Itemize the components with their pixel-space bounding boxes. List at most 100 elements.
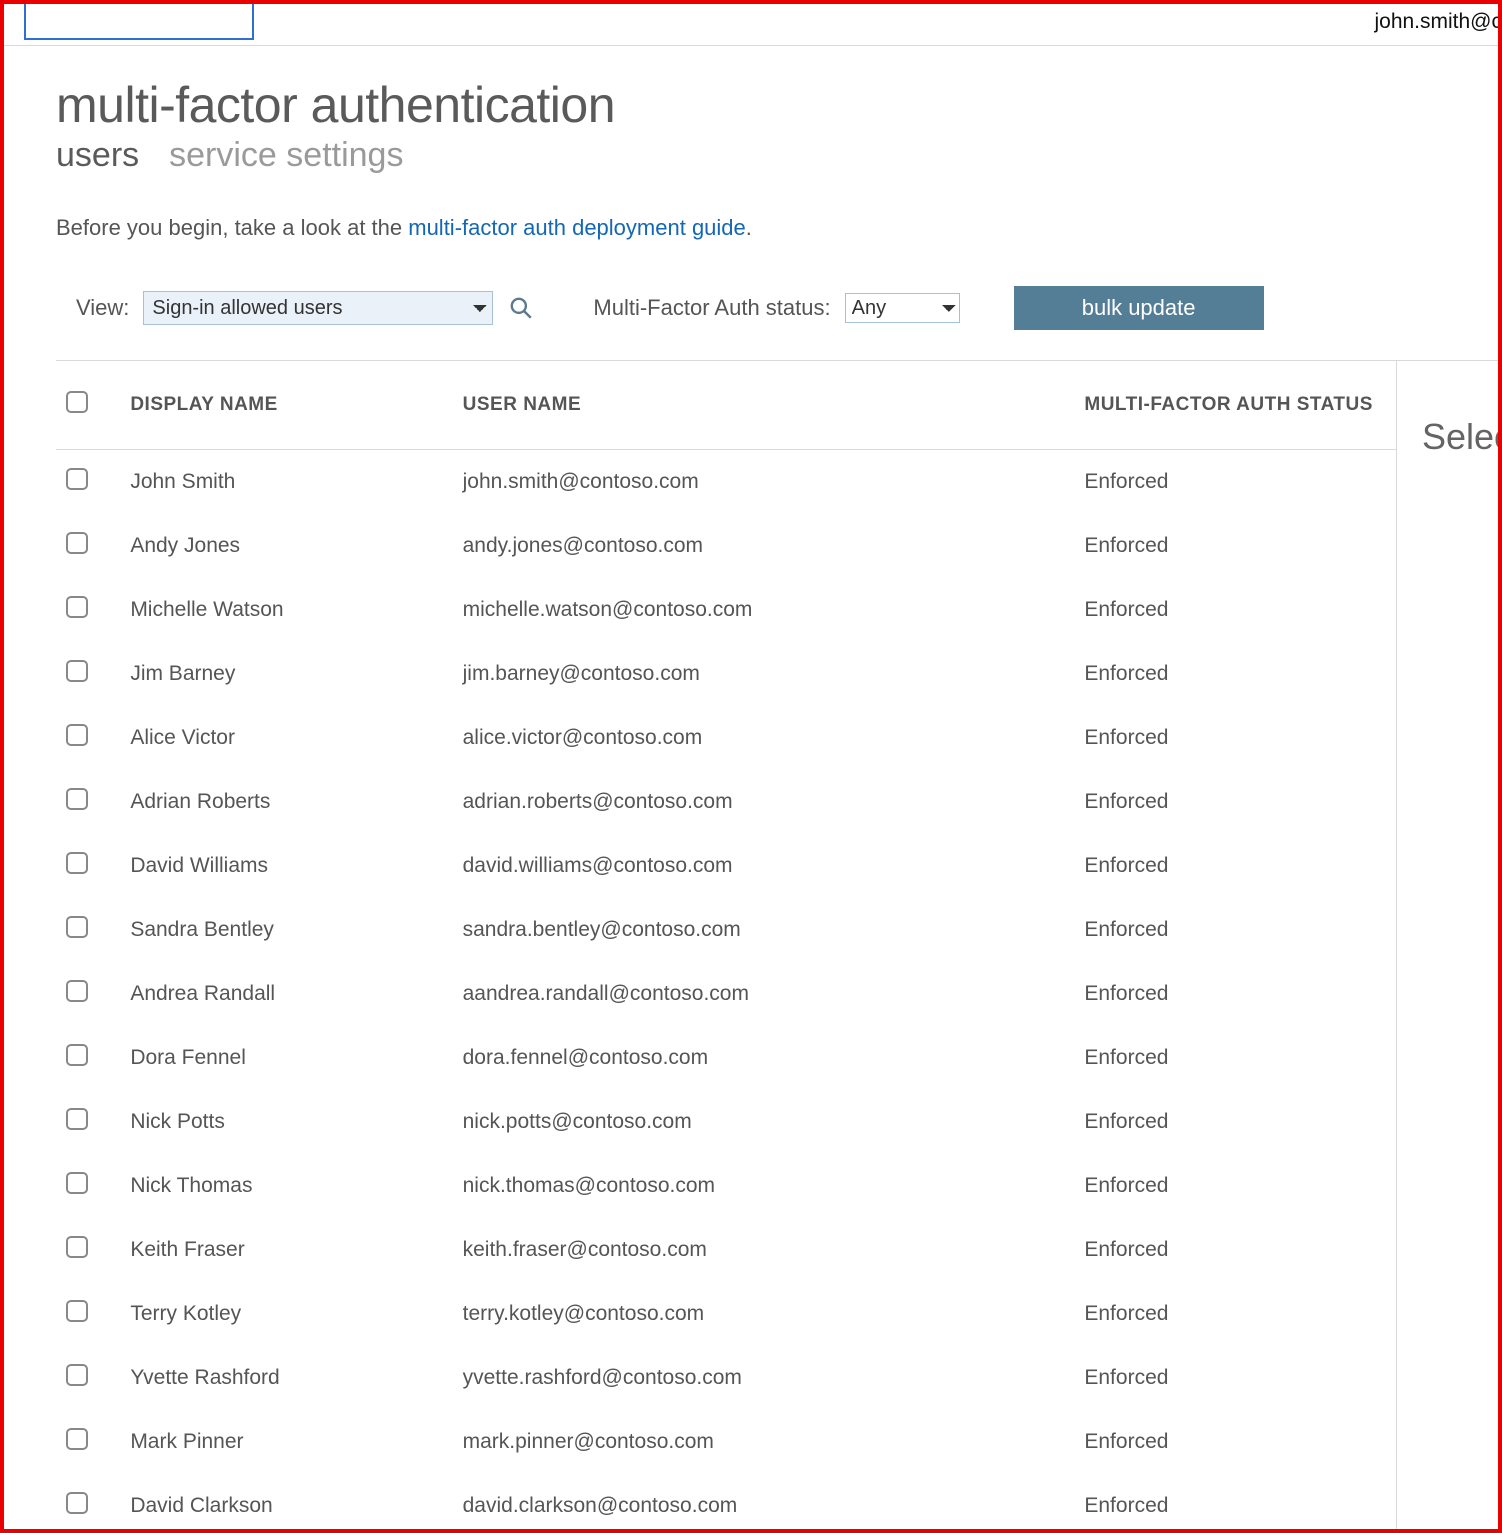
row-checkbox[interactable] <box>66 1236 88 1258</box>
table-row[interactable]: Mark Pinnermark.pinner@contoso.comEnforc… <box>56 1410 1396 1474</box>
column-header-display-name[interactable]: DISPLAY NAME <box>120 361 452 450</box>
cell-display-name: Nick Potts <box>120 1090 452 1154</box>
table-row[interactable]: David Clarksondavid.clarkson@contoso.com… <box>56 1474 1396 1533</box>
table-row[interactable]: Sandra Bentleysandra.bentley@contoso.com… <box>56 898 1396 962</box>
cell-mfa-status: Enforced <box>1074 450 1396 515</box>
row-checkbox[interactable] <box>66 852 88 874</box>
side-panel-title: Select <box>1422 416 1498 458</box>
cell-display-name: John Smith <box>120 450 452 515</box>
table-row[interactable]: Adrian Robertsadrian.roberts@contoso.com… <box>56 770 1396 834</box>
search-icon[interactable] <box>507 294 535 322</box>
brand-logo-placeholder[interactable] <box>24 0 254 40</box>
mfa-status-select[interactable]: Any <box>845 293 960 323</box>
view-select[interactable]: Sign-in allowed users <box>143 291 493 325</box>
table-row[interactable]: Alice Victoralice.victor@contoso.comEnfo… <box>56 706 1396 770</box>
cell-display-name: Alice Victor <box>120 706 452 770</box>
cell-display-name: Michelle Watson <box>120 578 452 642</box>
row-checkbox[interactable] <box>66 1108 88 1130</box>
table-row[interactable]: Yvette Rashfordyvette.rashford@contoso.c… <box>56 1346 1396 1410</box>
cell-user-name: terry.kotley@contoso.com <box>453 1282 1075 1346</box>
row-checkbox[interactable] <box>66 468 88 490</box>
intro-text: Before you begin, take a look at the mul… <box>56 215 1498 241</box>
cell-display-name: David Williams <box>120 834 452 898</box>
cell-user-name: nick.potts@contoso.com <box>453 1090 1075 1154</box>
cell-display-name: Andy Jones <box>120 514 452 578</box>
cell-user-name: alice.victor@contoso.com <box>453 706 1075 770</box>
cell-mfa-status: Enforced <box>1074 1154 1396 1218</box>
cell-user-name: michelle.watson@contoso.com <box>453 578 1075 642</box>
cell-user-name: keith.fraser@contoso.com <box>453 1218 1075 1282</box>
cell-user-name: john.smith@contoso.com <box>453 450 1075 515</box>
cell-display-name: Sandra Bentley <box>120 898 452 962</box>
column-header-user-name[interactable]: USER NAME <box>453 361 1075 450</box>
row-checkbox[interactable] <box>66 1492 88 1514</box>
table-row[interactable]: Michelle Watsonmichelle.watson@contoso.c… <box>56 578 1396 642</box>
table-row[interactable]: Dora Fenneldora.fennel@contoso.comEnforc… <box>56 1026 1396 1090</box>
table-row[interactable]: Keith Fraserkeith.fraser@contoso.comEnfo… <box>56 1218 1396 1282</box>
row-checkbox[interactable] <box>66 980 88 1002</box>
cell-user-name: andy.jones@contoso.com <box>453 514 1075 578</box>
cell-mfa-status: Enforced <box>1074 1090 1396 1154</box>
bulk-update-button[interactable]: bulk update <box>1014 286 1264 330</box>
cell-mfa-status: Enforced <box>1074 642 1396 706</box>
row-checkbox[interactable] <box>66 916 88 938</box>
row-checkbox[interactable] <box>66 1044 88 1066</box>
cell-display-name: Andrea Randall <box>120 962 452 1026</box>
cell-user-name: david.williams@contoso.com <box>453 834 1075 898</box>
cell-display-name: Yvette Rashford <box>120 1346 452 1410</box>
intro-suffix: . <box>746 215 752 240</box>
cell-display-name: Adrian Roberts <box>120 770 452 834</box>
table-row[interactable]: Andrea Randallaandrea.randall@contoso.co… <box>56 962 1396 1026</box>
cell-mfa-status: Enforced <box>1074 1410 1396 1474</box>
cell-mfa-status: Enforced <box>1074 1282 1396 1346</box>
cell-user-name: nick.thomas@contoso.com <box>453 1154 1075 1218</box>
table-row[interactable]: Terry Kotleyterry.kotley@contoso.comEnfo… <box>56 1282 1396 1346</box>
cell-mfa-status: Enforced <box>1074 962 1396 1026</box>
cell-display-name: Dora Fennel <box>120 1026 452 1090</box>
table-row[interactable]: Jim Barneyjim.barney@contoso.comEnforced <box>56 642 1396 706</box>
column-header-mfa-status[interactable]: MULTI-FACTOR AUTH STATUS <box>1074 361 1396 450</box>
row-checkbox[interactable] <box>66 1300 88 1322</box>
cell-mfa-status: Enforced <box>1074 898 1396 962</box>
cell-display-name: Terry Kotley <box>120 1282 452 1346</box>
tab-users[interactable]: users <box>56 136 139 175</box>
cell-user-name: mark.pinner@contoso.com <box>453 1410 1075 1474</box>
cell-user-name: yvette.rashford@contoso.com <box>453 1346 1075 1410</box>
cell-mfa-status: Enforced <box>1074 1026 1396 1090</box>
tab-service-settings[interactable]: service settings <box>169 136 403 175</box>
mfa-status-label: Multi-Factor Auth status: <box>593 295 830 321</box>
cell-user-name: jim.barney@contoso.com <box>453 642 1075 706</box>
cell-display-name: Nick Thomas <box>120 1154 452 1218</box>
table-row[interactable]: David Williamsdavid.williams@contoso.com… <box>56 834 1396 898</box>
row-checkbox[interactable] <box>66 1364 88 1386</box>
cell-mfa-status: Enforced <box>1074 770 1396 834</box>
cell-mfa-status: Enforced <box>1074 706 1396 770</box>
row-checkbox[interactable] <box>66 1172 88 1194</box>
cell-display-name: Jim Barney <box>120 642 452 706</box>
row-checkbox[interactable] <box>66 724 88 746</box>
row-checkbox[interactable] <box>66 660 88 682</box>
row-checkbox[interactable] <box>66 788 88 810</box>
cell-mfa-status: Enforced <box>1074 834 1396 898</box>
cell-mfa-status: Enforced <box>1074 1474 1396 1533</box>
intro-prefix: Before you begin, take a look at the <box>56 215 408 240</box>
row-checkbox[interactable] <box>66 596 88 618</box>
table-row[interactable]: John Smithjohn.smith@contoso.comEnforced <box>56 450 1396 515</box>
row-checkbox[interactable] <box>66 532 88 554</box>
cell-user-name: adrian.roberts@contoso.com <box>453 770 1075 834</box>
select-all-checkbox[interactable] <box>66 391 88 413</box>
table-row[interactable]: Nick Thomasnick.thomas@contoso.comEnforc… <box>56 1154 1396 1218</box>
cell-display-name: David Clarkson <box>120 1474 452 1533</box>
deployment-guide-link[interactable]: multi-factor auth deployment guide <box>408 215 746 240</box>
signed-in-user-email: john.smith@c <box>1374 10 1502 34</box>
row-checkbox[interactable] <box>66 1428 88 1450</box>
table-row[interactable]: Nick Pottsnick.potts@contoso.comEnforced <box>56 1090 1396 1154</box>
table-row[interactable]: Andy Jonesandy.jones@contoso.comEnforced <box>56 514 1396 578</box>
cell-user-name: sandra.bentley@contoso.com <box>453 898 1075 962</box>
cell-display-name: Mark Pinner <box>120 1410 452 1474</box>
page-title: multi-factor authentication <box>56 76 1498 134</box>
cell-mfa-status: Enforced <box>1074 578 1396 642</box>
cell-mfa-status: Enforced <box>1074 1346 1396 1410</box>
view-label: View: <box>76 295 129 321</box>
cell-display-name: Keith Fraser <box>120 1218 452 1282</box>
